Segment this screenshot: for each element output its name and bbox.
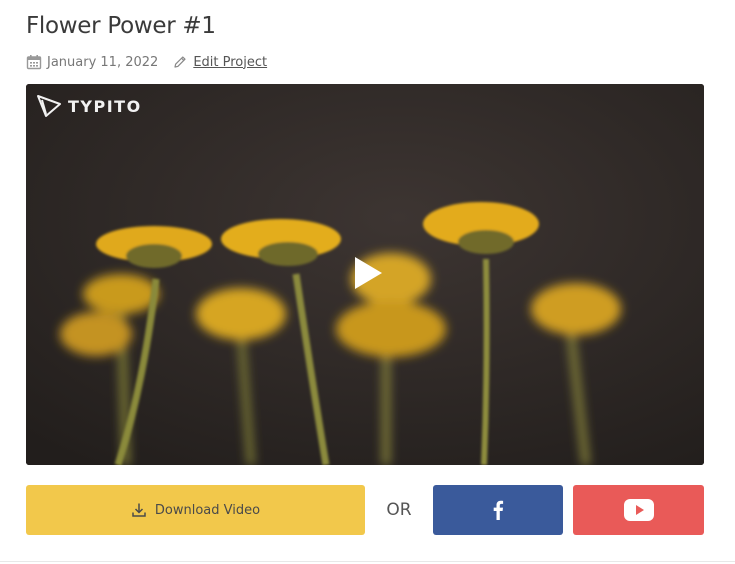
brand-watermark: TYPITO	[36, 94, 142, 118]
project-date: January 11, 2022	[47, 54, 159, 70]
download-video-button[interactable]: Download Video	[26, 485, 365, 535]
youtube-icon	[623, 499, 654, 521]
video-player[interactable]: TYPITO	[26, 84, 704, 465]
play-icon[interactable]	[352, 255, 384, 291]
facebook-icon	[493, 500, 504, 520]
brand-name: TYPITO	[68, 96, 142, 116]
or-separator: OR	[386, 500, 412, 520]
video-actions: Download Video OR	[26, 485, 704, 535]
project-title: Flower Power #1	[26, 13, 216, 39]
project-meta: January 11, 2022 Edit Project	[26, 52, 267, 72]
pencil-icon	[174, 56, 186, 68]
share-youtube-button[interactable]	[573, 485, 704, 535]
share-facebook-button[interactable]	[433, 485, 563, 535]
calendar-icon	[26, 55, 42, 70]
download-icon	[132, 503, 146, 517]
edit-project-link[interactable]: Edit Project	[193, 55, 267, 70]
download-video-label: Download Video	[154, 502, 261, 518]
typito-logo-icon	[37, 95, 61, 117]
divider	[0, 561, 735, 562]
